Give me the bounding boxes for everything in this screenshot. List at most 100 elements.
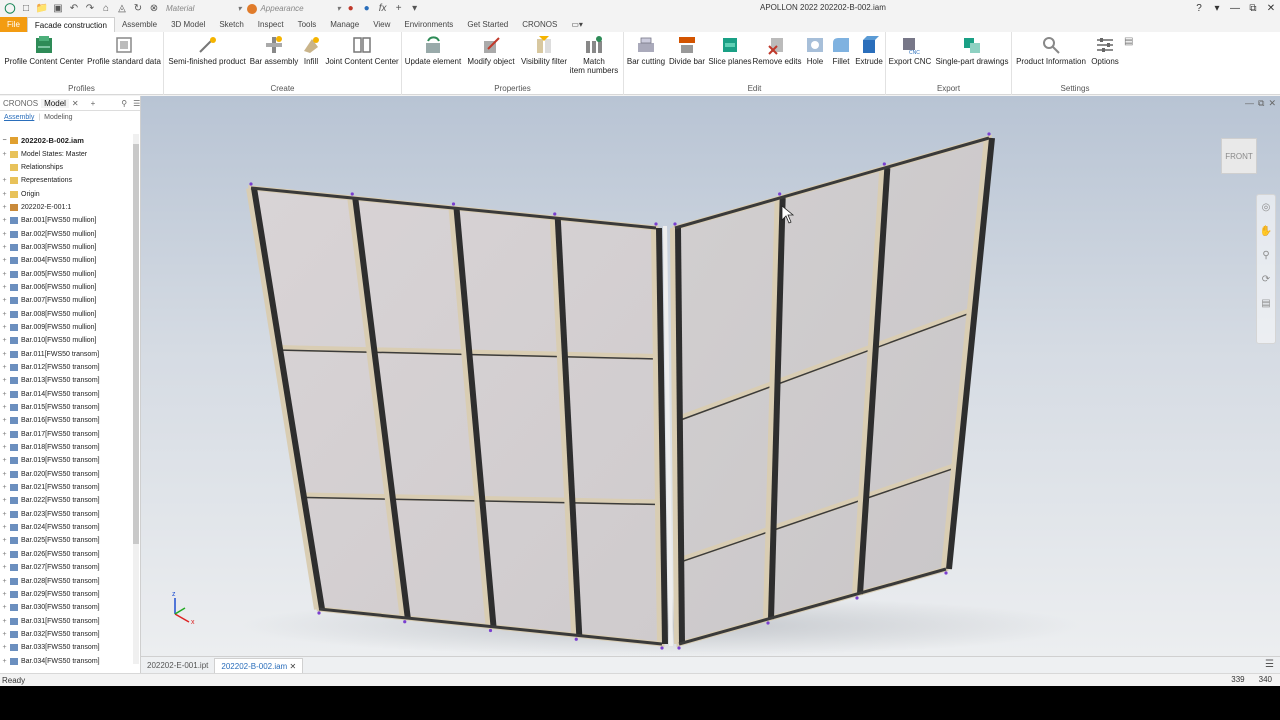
bar-assembly-button[interactable]: Bar assembly [249,35,299,66]
tree-item[interactable]: + Bar.001[FWS50 mullion] [0,214,133,227]
tab-view[interactable]: View [366,17,397,32]
expand-icon[interactable]: + [0,391,9,398]
expand-icon[interactable]: + [0,511,9,518]
export-cnc-button[interactable]: CNC Export CNC [888,35,932,66]
appearance-combo[interactable]: Appearance ▾ [247,2,341,15]
expand-icon[interactable]: + [0,271,9,278]
expand-icon[interactable]: + [0,591,9,598]
expand-icon[interactable]: + [0,417,9,424]
expand-icon[interactable]: + [0,484,9,491]
expand-icon[interactable]: + [0,524,9,531]
orbit-icon[interactable]: ⟳ [1257,267,1275,291]
ribbon-extra-icon[interactable]: ▤ [1124,36,1133,47]
tree-item[interactable]: + Bar.033[FWS50 transom] [0,641,133,654]
new-icon[interactable]: □ [20,3,32,15]
save-icon[interactable]: ▣ [52,3,64,15]
tree-item[interactable]: + Bar.013[FWS50 transom] [0,374,133,387]
tree-item[interactable]: + Bar.031[FWS50 transom] [0,614,133,627]
options-button[interactable]: Options [1090,35,1120,66]
expand-icon[interactable]: + [0,311,9,318]
expand-icon[interactable]: + [0,351,9,358]
zoom-icon[interactable]: ⚲ [1257,243,1275,267]
expand-icon[interactable]: + [0,151,9,158]
adjust-icon[interactable]: ● [345,3,357,15]
home-icon[interactable]: ⌂ [100,3,112,15]
tree-item[interactable]: + Bar.002[FWS50 mullion] [0,227,133,240]
expand-icon[interactable]: + [0,217,9,224]
parameters-icon[interactable]: fx [377,3,389,15]
doc-tab-assembly[interactable]: 202202-B-002.iam ✕ [214,657,304,673]
tree-item[interactable]: + Bar.034[FWS50 transom] [0,654,133,667]
viewcube[interactable]: FRONT [1221,138,1257,174]
subtab-assembly[interactable]: Assembly [4,114,34,121]
restore-icon[interactable]: ⧉ [1258,98,1264,109]
close-icon[interactable]: ✕ [69,99,82,108]
pan-icon[interactable]: ✋ [1257,219,1275,243]
customize-icon[interactable]: ▾ [409,3,421,15]
slice-planes-button[interactable]: Slice planes [707,35,753,66]
menu-icon[interactable]: ☰ [130,99,140,108]
tree-item[interactable]: + Bar.021[FWS50 transom] [0,481,133,494]
expand-icon[interactable]: + [0,444,9,451]
tree-item[interactable]: + Bar.010[FWS50 mullion] [0,334,133,347]
tab-overflow-icon[interactable]: ▭▾ [564,17,590,32]
single-part-drawings-button[interactable]: Single-part drawings [934,35,1010,66]
extrude-button[interactable]: Extrude [854,35,884,66]
minimize-icon[interactable]: — [1226,0,1244,17]
browser-tab-cronos[interactable]: CRONOS [0,99,41,108]
expand-icon[interactable]: + [0,471,9,478]
expand-icon[interactable]: + [0,204,9,211]
expand-icon[interactable]: + [0,537,9,544]
tree-item[interactable]: + Bar.019[FWS50 transom] [0,454,133,467]
tab-facade-construction[interactable]: Facade construction [26,17,115,32]
expand-icon[interactable]: + [0,631,9,638]
tab-assemble[interactable]: Assemble [115,17,164,32]
tree-item[interactable]: + Bar.004[FWS50 mullion] [0,254,133,267]
expand-icon[interactable]: + [0,377,9,384]
tree-item[interactable]: + Bar.014[FWS50 transom] [0,388,133,401]
tree-item[interactable]: + Bar.025[FWS50 transom] [0,534,133,547]
tree-item[interactable]: + Bar.018[FWS50 transom] [0,441,133,454]
graphics-viewport[interactable]: z x — ⧉ ✕ FRONT ◎ ✋ ⚲ ⟳ ▤ [141,96,1280,656]
tree-item[interactable]: + Bar.024[FWS50 transom] [0,521,133,534]
collapse-icon[interactable]: − [0,137,9,144]
redo-icon[interactable]: ↷ [84,3,96,15]
restore-icon[interactable]: ⧉ [1244,0,1262,17]
divide-bar-button[interactable]: Divide bar [668,35,706,66]
expand-icon[interactable]: + [0,564,9,571]
expand-icon[interactable]: + [0,231,9,238]
tree-item[interactable]: + Bar.005[FWS50 mullion] [0,267,133,280]
tree-item[interactable]: + Bar.022[FWS50 transom] [0,494,133,507]
expand-icon[interactable]: + [0,497,9,504]
select-icon[interactable]: ◬ [116,3,128,15]
tab-file[interactable]: File [0,17,27,32]
minimize-icon[interactable]: — [1245,98,1254,109]
tree-item[interactable]: + Bar.027[FWS50 transom] [0,561,133,574]
tree-item[interactable]: + Bar.028[FWS50 transom] [0,574,133,587]
clear-icon[interactable]: ● [361,3,373,15]
expand-icon[interactable]: + [0,404,9,411]
expand-icon[interactable]: + [0,364,9,371]
tree-folder[interactable]: + Representations [0,174,133,187]
infill-button[interactable]: Infill [299,35,323,66]
close-icon[interactable]: ✕ [1268,98,1276,109]
tab-environments[interactable]: Environments [397,17,460,32]
update-element-button[interactable]: Update element [404,35,462,66]
expand-icon[interactable]: + [0,644,9,651]
expand-icon[interactable]: + [0,604,9,611]
tree-item[interactable]: + Bar.023[FWS50 transom] [0,508,133,521]
tree-item[interactable]: + Bar.029[FWS50 transom] [0,588,133,601]
material-icon[interactable]: ⊗ [148,3,160,15]
tree-folder[interactable]: + Origin [0,187,133,200]
tree-item[interactable]: + Bar.030[FWS50 transom] [0,601,133,614]
close-icon[interactable]: ✕ [289,662,296,671]
help-icon[interactable]: ? [1190,0,1208,17]
tree-scrollbar-thumb[interactable] [133,144,139,544]
material-combo[interactable]: Material ▾ [166,2,241,15]
expand-icon[interactable]: + [0,257,9,264]
tree-item[interactable]: + Bar.017[FWS50 transom] [0,428,133,441]
close-icon[interactable]: ✕ [1262,0,1280,17]
tab-cronos[interactable]: CRONOS [515,17,564,32]
tree-scrollbar[interactable] [133,134,139,664]
tree-item[interactable]: + Bar.003[FWS50 mullion] [0,241,133,254]
